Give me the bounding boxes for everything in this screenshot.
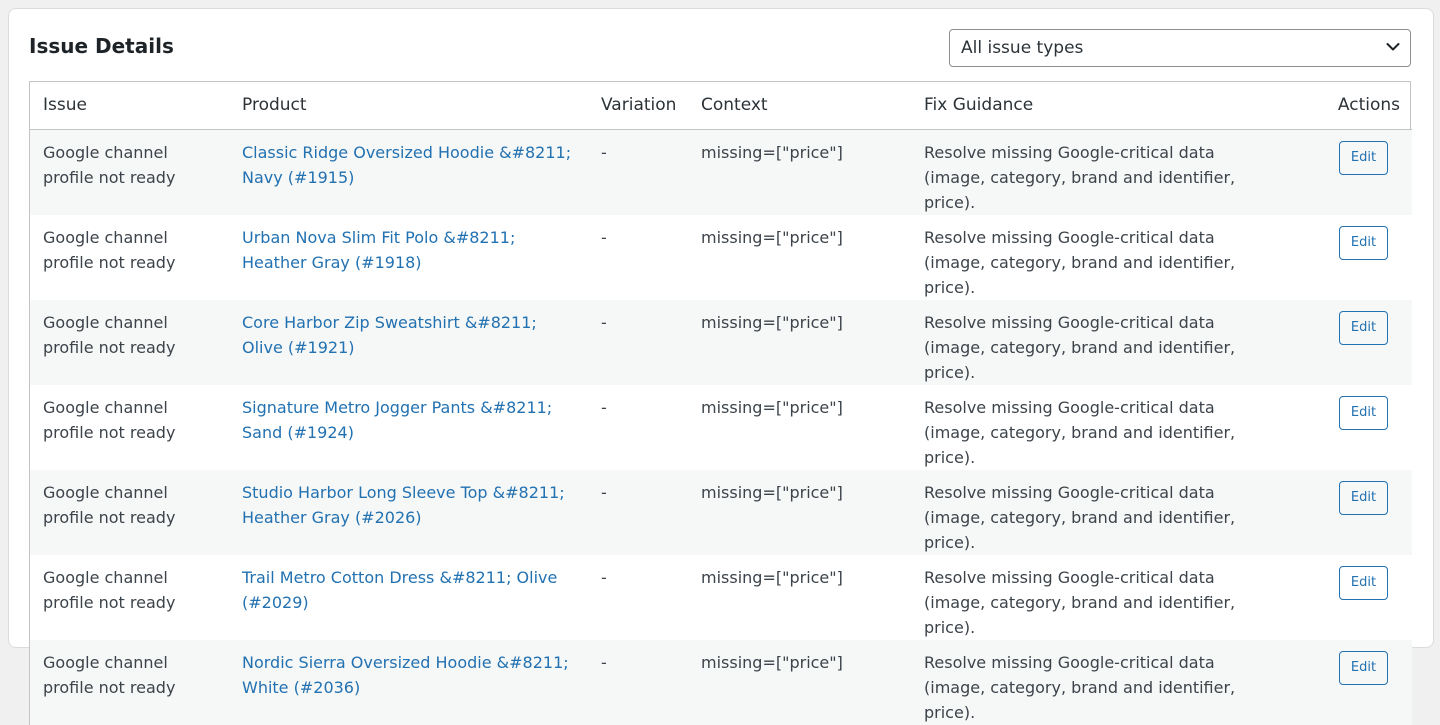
actions-cell: Edit — [1291, 129, 1412, 215]
variation-cell: - — [601, 227, 607, 247]
fix-guidance-cell: Resolve missing Google-critical data (im… — [924, 142, 1236, 212]
product-cell: Signature Metro Jogger Pants &#8211; San… — [229, 385, 588, 470]
product-cell: Urban Nova Slim Fit Polo &#8211; Heather… — [229, 215, 588, 300]
column-header-product: Product — [229, 82, 588, 130]
fix-guidance-cell: Resolve missing Google-critical data (im… — [924, 482, 1236, 552]
chevron-down-icon — [1386, 43, 1400, 51]
edit-button[interactable]: Edit — [1339, 480, 1388, 515]
table-row: Google channel profile not ready Studio … — [30, 469, 1412, 555]
issues-table-wrapper: Issue Product Variation Context Fix Guid… — [29, 81, 1412, 725]
table-row: Google channel profile not ready Nordic … — [30, 639, 1412, 725]
issue-cell: Google channel profile not ready — [43, 397, 176, 442]
table-row: Google channel profile not ready Core Ha… — [30, 299, 1412, 385]
edit-button[interactable]: Edit — [1339, 225, 1388, 260]
issue-cell: Google channel profile not ready — [43, 482, 176, 527]
product-link[interactable]: Nordic Sierra Oversized Hoodie &#8211; W… — [242, 653, 569, 697]
variation-cell: - — [601, 142, 607, 162]
variation-cell: - — [601, 482, 607, 502]
column-header-actions: Actions — [1291, 82, 1412, 130]
fix-guidance-cell: Resolve missing Google-critical data (im… — [924, 227, 1236, 297]
variation-cell: - — [601, 312, 607, 332]
issues-table: Issue Product Variation Context Fix Guid… — [30, 82, 1412, 725]
product-link[interactable]: Urban Nova Slim Fit Polo &#8211; Heather… — [242, 228, 515, 272]
fix-guidance-cell: Resolve missing Google-critical data (im… — [924, 652, 1236, 722]
edit-button[interactable]: Edit — [1339, 650, 1388, 685]
context-cell: missing=["price"] — [701, 227, 843, 247]
product-link[interactable]: Signature Metro Jogger Pants &#8211; San… — [242, 398, 552, 442]
context-cell: missing=["price"] — [701, 397, 843, 417]
edit-button[interactable]: Edit — [1339, 310, 1388, 345]
product-link[interactable]: Core Harbor Zip Sweatshirt &#8211; Olive… — [242, 313, 537, 357]
table-row: Google channel profile not ready Urban N… — [30, 214, 1412, 300]
issue-cell: Google channel profile not ready — [43, 227, 176, 272]
column-header-issue: Issue — [30, 82, 229, 130]
issue-type-filter[interactable]: All issue types — [949, 29, 1411, 67]
issue-details-panel: Issue Details All issue types Issue Prod… — [8, 8, 1434, 725]
context-cell: missing=["price"] — [701, 482, 843, 502]
fix-guidance-cell: Resolve missing Google-critical data (im… — [924, 397, 1236, 467]
variation-cell: - — [601, 397, 607, 417]
issue-cell: Google channel profile not ready — [43, 652, 176, 697]
actions-cell: Edit — [1291, 215, 1412, 300]
actions-cell: Edit — [1291, 470, 1412, 555]
issue-cell: Google channel profile not ready — [43, 142, 176, 187]
issue-type-filter-value: All issue types — [961, 38, 1084, 58]
product-cell: Core Harbor Zip Sweatshirt &#8211; Olive… — [229, 300, 588, 385]
edit-button[interactable]: Edit — [1339, 140, 1388, 175]
section-title: Issue Details — [29, 34, 174, 58]
actions-cell: Edit — [1291, 300, 1412, 385]
product-cell: Classic Ridge Oversized Hoodie &#8211; N… — [229, 129, 588, 215]
column-header-variation: Variation — [588, 82, 688, 130]
edit-button[interactable]: Edit — [1339, 395, 1388, 430]
edit-button[interactable]: Edit — [1339, 565, 1388, 600]
product-link[interactable]: Classic Ridge Oversized Hoodie &#8211; N… — [242, 143, 571, 187]
table-row: Google channel profile not ready Classic… — [30, 129, 1412, 215]
actions-cell: Edit — [1291, 640, 1412, 725]
variation-cell: - — [601, 652, 607, 672]
product-link[interactable]: Trail Metro Cotton Dress &#8211; Olive (… — [242, 568, 557, 612]
column-header-context: Context — [688, 82, 911, 130]
fix-guidance-cell: Resolve missing Google-critical data (im… — [924, 312, 1236, 382]
product-link[interactable]: Studio Harbor Long Sleeve Top &#8211; He… — [242, 483, 565, 527]
context-cell: missing=["price"] — [701, 142, 843, 162]
column-header-fix-guidance: Fix Guidance — [911, 82, 1291, 130]
context-cell: missing=["price"] — [701, 652, 843, 672]
product-cell: Studio Harbor Long Sleeve Top &#8211; He… — [229, 470, 588, 555]
table-row: Google channel profile not ready Signatu… — [30, 384, 1412, 470]
actions-cell: Edit — [1291, 385, 1412, 470]
product-cell: Nordic Sierra Oversized Hoodie &#8211; W… — [229, 640, 588, 725]
issue-cell: Google channel profile not ready — [43, 312, 176, 357]
table-header-row: Issue Product Variation Context Fix Guid… — [30, 82, 1412, 130]
context-cell: missing=["price"] — [701, 312, 843, 332]
